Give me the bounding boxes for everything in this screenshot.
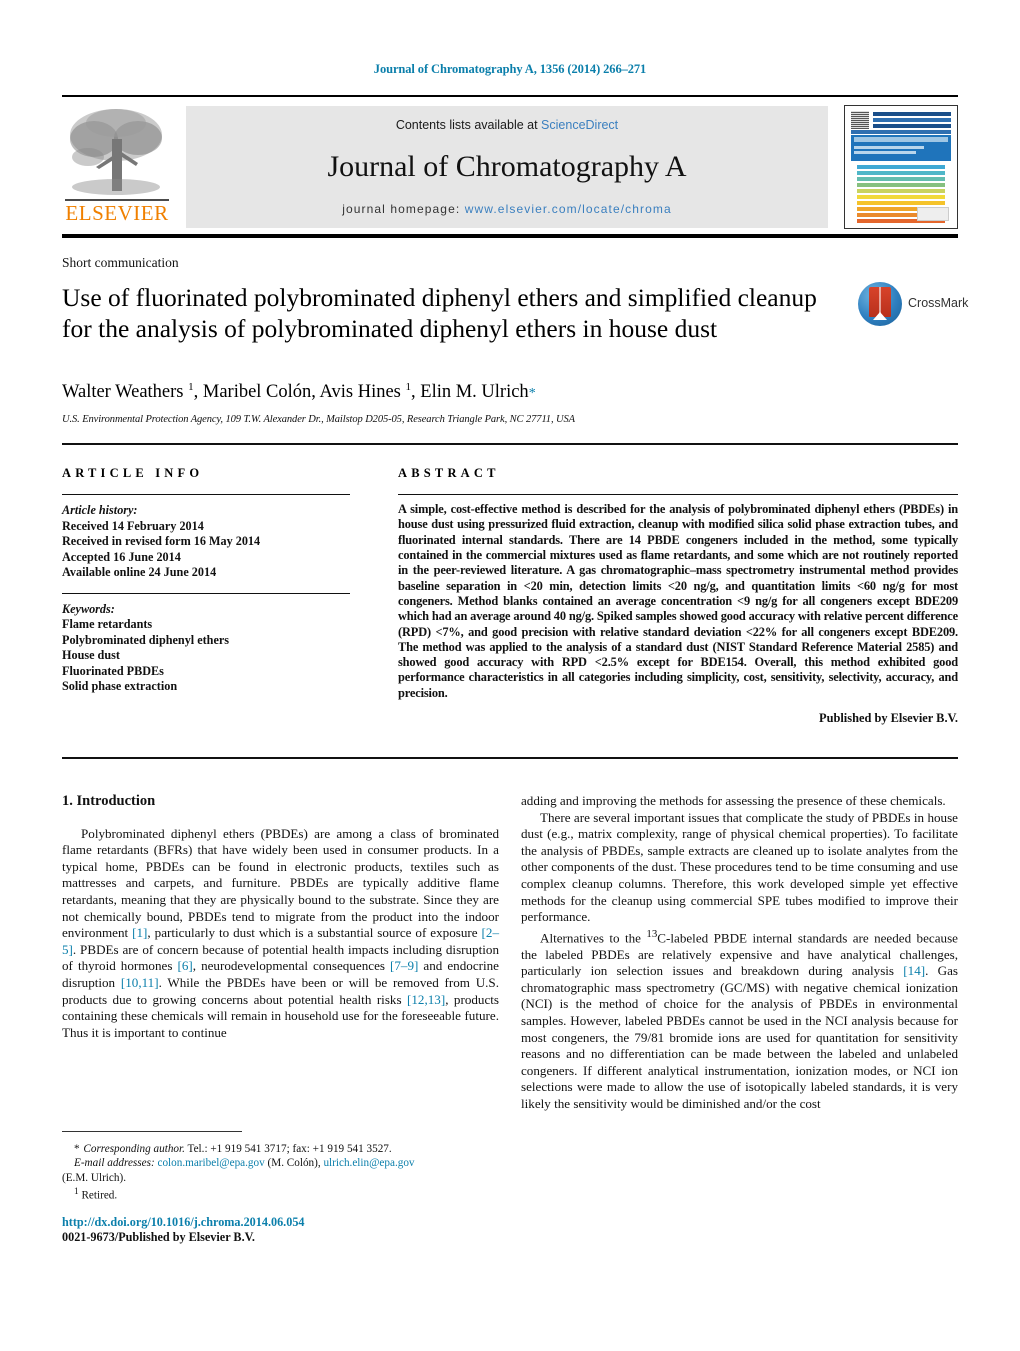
history-item: Received 14 February 2014 bbox=[62, 518, 204, 533]
journal-cover-thumbnail bbox=[844, 105, 958, 229]
email-addresses-note[interactable]: E-mail addresses: colon.maribel@epa.gov … bbox=[62, 1156, 499, 1170]
retired-note: 1 Retired. bbox=[74, 1187, 118, 1202]
keyword-item: House dust bbox=[62, 648, 120, 663]
journal-title: Journal of Chromatography A bbox=[327, 150, 687, 183]
keywords-rule bbox=[62, 592, 350, 594]
author-list: Walter Weathers 1, Maribel Colón, Avis H… bbox=[62, 381, 536, 403]
history-item: Available online 24 June 2014 bbox=[62, 565, 217, 580]
elsevier-tree-icon bbox=[70, 109, 162, 195]
section-heading-introduction: 1. Introduction bbox=[62, 793, 156, 809]
crossmark-arrow-icon bbox=[873, 312, 887, 320]
running-head: Journal of Chromatography A, 1356 (2014)… bbox=[373, 62, 647, 76]
homepage-url-link[interactable]: www.elsevier.com/locate/chroma bbox=[465, 202, 672, 216]
sciencedirect-link[interactable]: ScienceDirect bbox=[541, 118, 618, 132]
abstract-heading: ABSTRACT bbox=[398, 466, 500, 480]
intro-paragraph-right-2: There are several important issues that … bbox=[521, 809, 958, 925]
article-history-label: Article history: bbox=[62, 503, 138, 518]
published-by: Published by Elsevier B.V. bbox=[819, 711, 958, 726]
footnote-block: * Corresponding author. Tel.: +1 919 541… bbox=[62, 1142, 499, 1203]
author-rule bbox=[62, 443, 958, 445]
article-history: Article history: Received 14 February 20… bbox=[62, 503, 350, 581]
masthead-bottom-rule bbox=[62, 234, 958, 238]
keyword-item: Solid phase extraction bbox=[62, 679, 178, 694]
keyword-item: Fluorinated PBDEs bbox=[62, 663, 164, 678]
affiliation: U.S. Environmental Protection Agency, 10… bbox=[62, 414, 575, 425]
intro-paragraph-right-3: Alternatives to the 13C-labeled PBDE int… bbox=[521, 927, 958, 1112]
history-item: Accepted 16 June 2014 bbox=[62, 549, 181, 564]
keyword-item: Polybrominated diphenyl ethers bbox=[62, 632, 230, 647]
journal-masthead: ELSEVIER Contents lists available at Sci… bbox=[62, 95, 958, 243]
contents-line: Contents lists available at ScienceDirec… bbox=[186, 118, 828, 132]
abstract-column: ABSTRACT A simple, cost-effective method… bbox=[398, 466, 958, 726]
doi-link[interactable]: http://dx.doi.org/10.1016/j.chroma.2014.… bbox=[62, 1215, 562, 1230]
article-page: Journal of Chromatography A, 1356 (2014)… bbox=[0, 0, 1020, 1351]
masthead-top-rule bbox=[62, 95, 958, 97]
article-type: Short communication bbox=[62, 255, 179, 270]
abstract-text: A simple, cost-effective method is descr… bbox=[398, 502, 958, 700]
intro-paragraph-left: Polybrominated diphenyl ethers (PBDEs) a… bbox=[62, 825, 499, 1040]
elsevier-logo: ELSEVIER bbox=[62, 105, 172, 230]
keywords-list: Keywords: Flame retardants Polybrominate… bbox=[62, 602, 350, 695]
crossmark-label: CrossMark bbox=[908, 296, 969, 310]
page-title: Use of fluorinated polybrominated diphen… bbox=[62, 283, 817, 343]
intro-paragraph-right-1: adding and improving the methods for ass… bbox=[521, 793, 946, 808]
footnote-rule bbox=[62, 1131, 242, 1132]
article-info-rule bbox=[62, 494, 350, 496]
keyword-item: Flame retardants bbox=[62, 617, 153, 632]
email-continuation: (E.M. Ulrich). bbox=[62, 1171, 127, 1184]
abstract-rule bbox=[398, 494, 958, 496]
elsevier-wordmark: ELSEVIER bbox=[65, 201, 169, 225]
abstract-bottom-rule bbox=[62, 757, 958, 759]
crossmark-badge[interactable]: CrossMark bbox=[858, 282, 968, 334]
corresponding-author-note: * Corresponding author. Tel.: +1 919 541… bbox=[74, 1143, 392, 1155]
article-info-column: ARTICLE INFO Article history: Received 1… bbox=[62, 466, 350, 695]
issn-line: 0021-9673/Published by Elsevier B.V. bbox=[62, 1230, 255, 1244]
homepage-label: journal homepage: bbox=[342, 202, 461, 216]
masthead-grey-box: Contents lists available at ScienceDirec… bbox=[186, 106, 828, 228]
cover-publisher-mark bbox=[917, 207, 949, 221]
contents-prefix: Contents lists available at bbox=[395, 118, 542, 132]
history-item: Received in revised form 16 May 2014 bbox=[62, 534, 261, 549]
journal-homepage-line: journal homepage: www.elsevier.com/locat… bbox=[186, 202, 828, 216]
keywords-label: Keywords: bbox=[62, 601, 115, 616]
body-column-left: 1. Introduction Polybrominated diphenyl … bbox=[62, 793, 499, 1041]
cover-qr-icon bbox=[851, 111, 869, 129]
body-column-right: adding and improving the methods for ass… bbox=[521, 793, 958, 1113]
article-info-heading: ARTICLE INFO bbox=[62, 466, 204, 480]
